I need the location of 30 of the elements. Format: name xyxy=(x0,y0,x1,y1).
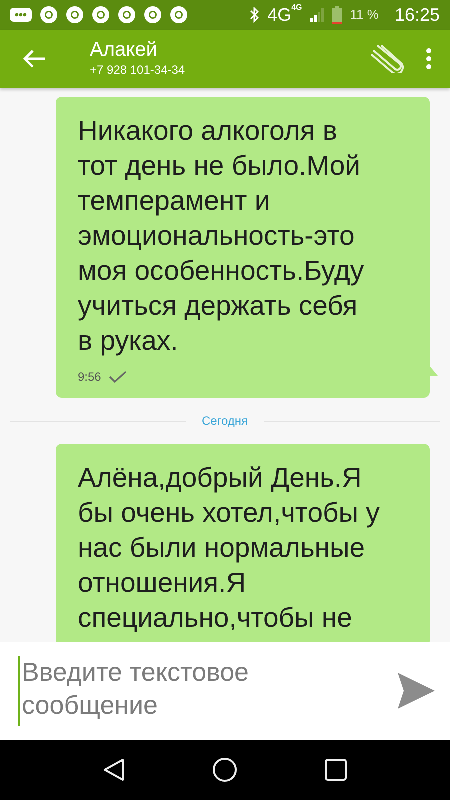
recents-button[interactable] xyxy=(324,759,347,781)
home-button[interactable] xyxy=(212,757,238,783)
message-input[interactable]: Введите текстовое сообщение xyxy=(18,656,388,726)
message-composer[interactable]: Введите текстовое сообщение xyxy=(0,642,450,740)
browser-icon xyxy=(66,6,84,24)
browser-icon xyxy=(170,6,188,24)
browser-icon xyxy=(118,6,136,24)
clock-time: 16:25 xyxy=(394,4,440,26)
back-nav-button[interactable] xyxy=(103,758,126,782)
browser-icon xyxy=(144,6,162,24)
date-divider: Сегодня xyxy=(202,413,248,430)
phone-number: +7 928 101-34-34 xyxy=(90,62,186,79)
check-icon xyxy=(109,371,128,383)
network-type-label: 4G xyxy=(292,2,302,14)
signal-icon xyxy=(310,8,324,22)
battery-icon xyxy=(332,6,342,24)
browser-icon xyxy=(40,6,58,24)
contact-name: Алакей xyxy=(90,39,158,61)
more-options-button[interactable] xyxy=(426,48,432,70)
send-button[interactable] xyxy=(398,672,436,710)
back-button[interactable] xyxy=(22,49,46,69)
battery-percent: 11 % xyxy=(350,6,379,24)
network-label: 4G xyxy=(268,4,292,26)
message-text: Никакого алкоголя в тот день не было.Мой темперамент и эмоциональность-это моя особенность.Буду учиться держать себя в руках. xyxy=(78,114,366,358)
notification-icon xyxy=(10,8,32,22)
bluetooth-icon xyxy=(250,7,260,23)
message-text: Алёна,добрый День.Я бы очень хотел,чтобы у нас были нормальные отношения.Я специально,чтобы не xyxy=(78,461,381,635)
attach-button[interactable] xyxy=(368,45,404,73)
browser-icon xyxy=(92,6,110,24)
message-time: 9:56 xyxy=(78,369,102,386)
